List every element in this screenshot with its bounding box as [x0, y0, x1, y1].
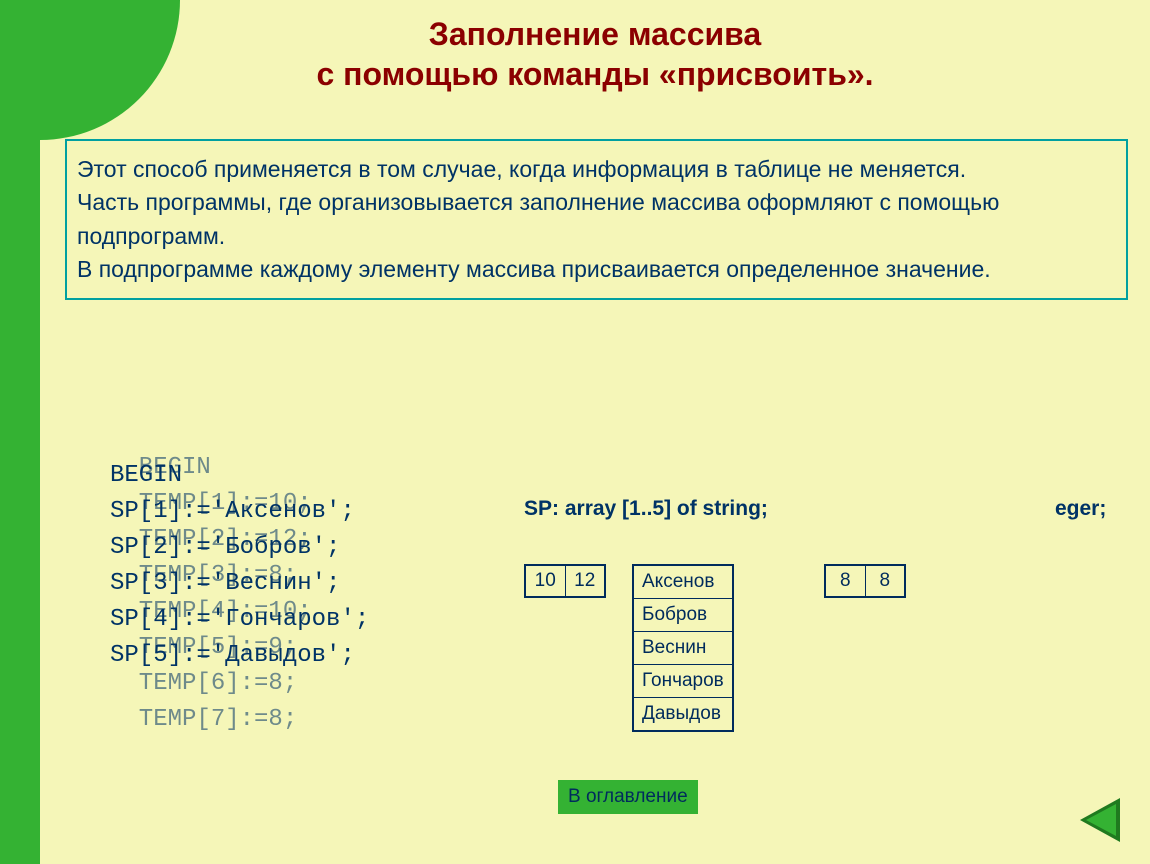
slide-panel: Заполнение массива с помощью команды «пр…: [40, 0, 1150, 864]
sp-cell: Бобров: [633, 599, 733, 632]
code-block: BEGIN TEMP[1]:=10; TEMP[2]:=12; TEMP[3]:…: [110, 450, 168, 594]
description-text: Этот способ применяется в том случае, ко…: [77, 153, 1116, 286]
declaration-behind: eger;: [1055, 497, 1106, 521]
sp-cell: Давыдов: [633, 698, 733, 732]
declaration-front: SP: array [1..5] of string;: [524, 497, 768, 521]
temp-cell: 12: [565, 565, 605, 597]
temp-cell: 8: [865, 565, 905, 597]
temp-cell: 10: [525, 565, 565, 597]
prev-arrow-icon[interactable]: [1080, 798, 1120, 842]
sp-cell: Аксенов: [633, 565, 733, 599]
description-box: Этот способ применяется в том случае, ко…: [65, 139, 1128, 300]
temp-row-left: 10 12: [524, 564, 606, 598]
title-line-2: с помощью команды «присвоить».: [316, 56, 873, 92]
sp-list: Аксенов Бобров Веснин Гончаров Давыдов: [632, 564, 734, 732]
temp-row-right: 8 8: [824, 564, 906, 598]
toc-button[interactable]: В оглавление: [558, 780, 698, 814]
temp-cell: 8: [825, 565, 865, 597]
sp-cell: Веснин: [633, 632, 733, 665]
slide-title: Заполнение массива с помощью команды «пр…: [40, 14, 1150, 94]
sp-cell: Гончаров: [633, 665, 733, 698]
code-layer-front: BEGIN SP[1]:='Аксенов'; SP[2]:='Бобров';…: [110, 458, 369, 674]
title-line-1: Заполнение массива: [429, 16, 761, 52]
